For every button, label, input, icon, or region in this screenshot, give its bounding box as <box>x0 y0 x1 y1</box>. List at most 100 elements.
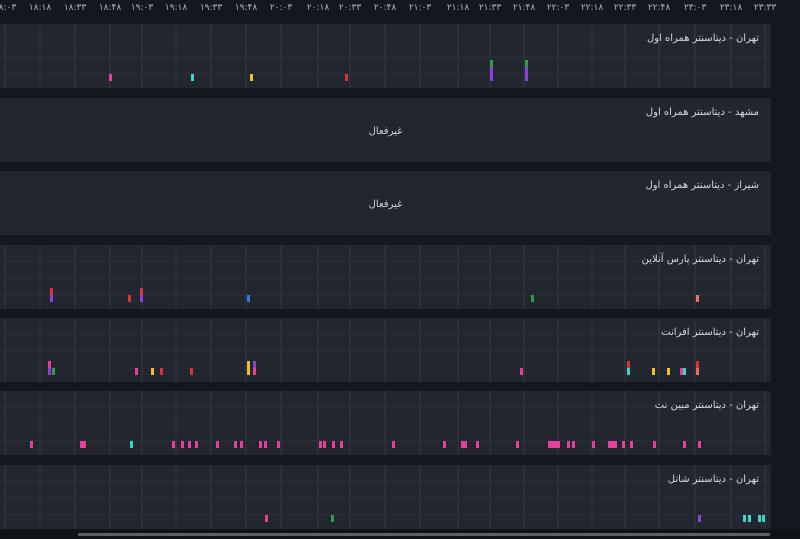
event-marker[interactable] <box>323 441 326 448</box>
event-marker[interactable] <box>240 441 243 448</box>
event-marker[interactable] <box>253 361 256 368</box>
event-marker[interactable] <box>234 441 237 448</box>
time-tick-label: ۲۳:۰۳ <box>683 3 707 13</box>
event-marker[interactable] <box>572 441 575 448</box>
event-marker[interactable] <box>172 441 175 448</box>
panel-title: تهران - دیتاسنتر پارس آنلاین <box>641 254 759 265</box>
event-marker[interactable] <box>758 515 761 522</box>
event-marker[interactable] <box>698 515 701 522</box>
event-marker[interactable] <box>191 74 194 81</box>
event-marker[interactable] <box>253 368 256 375</box>
time-tick-label: ۲۳:۱۸ <box>719 3 743 13</box>
event-marker[interactable] <box>743 515 746 522</box>
event-marker[interactable] <box>48 368 51 375</box>
event-marker[interactable] <box>247 295 250 302</box>
event-marker[interactable] <box>277 441 280 448</box>
event-marker[interactable] <box>476 441 479 448</box>
event-marker[interactable] <box>557 441 560 448</box>
time-tick-label: ۲۲:۱۸ <box>580 3 604 13</box>
event-marker[interactable] <box>567 441 570 448</box>
event-marker[interactable] <box>52 368 55 375</box>
event-marker[interactable] <box>516 441 519 448</box>
event-marker[interactable] <box>520 368 523 375</box>
event-marker[interactable] <box>331 515 334 522</box>
event-marker[interactable] <box>259 441 262 448</box>
event-marker[interactable] <box>683 368 686 375</box>
event-marker[interactable] <box>696 368 699 375</box>
event-marker[interactable] <box>135 368 138 375</box>
event-marker[interactable] <box>345 74 348 81</box>
horizontal-scrollbar[interactable] <box>0 530 800 539</box>
time-tick-label: ۲۰:۰۳ <box>269 3 293 13</box>
panel-grid <box>0 465 771 529</box>
event-marker[interactable] <box>190 368 193 375</box>
event-marker[interactable] <box>762 515 765 522</box>
event-marker[interactable] <box>48 361 51 368</box>
event-marker[interactable] <box>140 295 143 302</box>
datacenter-panel: تهران - دیتاسنتر شاتل <box>0 465 771 529</box>
scrollbar-thumb[interactable] <box>78 533 770 536</box>
event-marker[interactable] <box>332 441 335 448</box>
time-tick-label: ۲۰:۳۳ <box>338 3 362 13</box>
event-marker[interactable] <box>340 441 343 448</box>
event-marker[interactable] <box>140 288 143 295</box>
event-marker[interactable] <box>525 67 528 81</box>
event-marker[interactable] <box>160 368 163 375</box>
event-marker[interactable] <box>622 441 625 448</box>
event-marker[interactable] <box>627 361 630 368</box>
time-tick-label: ۱۹:۴۸ <box>234 3 258 13</box>
event-marker[interactable] <box>50 288 53 295</box>
event-marker[interactable] <box>30 441 33 448</box>
time-tick-label: ۲۰:۱۸ <box>306 3 330 13</box>
panel-title: مشهد - دیتاسنتر همراه اول <box>645 107 759 118</box>
event-marker[interactable] <box>667 368 670 375</box>
event-marker[interactable] <box>614 441 617 448</box>
event-marker[interactable] <box>592 441 595 448</box>
panel-grid <box>0 318 771 382</box>
event-marker[interactable] <box>250 74 253 81</box>
event-marker[interactable] <box>264 441 267 448</box>
event-marker[interactable] <box>247 361 250 375</box>
event-marker[interactable] <box>319 441 322 448</box>
event-marker[interactable] <box>630 441 633 448</box>
event-marker[interactable] <box>464 441 467 448</box>
event-marker[interactable] <box>653 441 656 448</box>
datacenter-panel: تهران - دیتاسنتر پارس آنلاین <box>0 245 771 309</box>
time-tick-label: ۱۸:۰۳ <box>0 3 17 13</box>
event-marker[interactable] <box>83 441 86 448</box>
time-tick-label: ۱۸:۳۳ <box>63 3 87 13</box>
event-marker[interactable] <box>181 441 184 448</box>
event-marker[interactable] <box>627 368 630 375</box>
time-tick-label: ۲۱:۳۳ <box>478 3 502 13</box>
time-tick-label: ۲۲:۳۳ <box>613 3 637 13</box>
datacenter-panel: تهران - دیتاسنتر همراه اول <box>0 24 771 88</box>
inactive-status: غیرفعال <box>368 199 403 210</box>
event-marker[interactable] <box>216 441 219 448</box>
event-marker[interactable] <box>188 441 191 448</box>
event-marker[interactable] <box>109 74 112 81</box>
event-marker[interactable] <box>696 295 699 302</box>
event-marker[interactable] <box>696 361 699 368</box>
event-marker[interactable] <box>392 441 395 448</box>
event-marker[interactable] <box>683 441 686 448</box>
datacenter-panel: تهران - دیتاسنتر مبین نت <box>0 391 771 455</box>
panel-title: تهران - دیتاسنتر افرانت <box>661 327 759 338</box>
event-marker[interactable] <box>130 441 133 448</box>
time-axis: ۱۸:۰۳ ۱۸:۱۸ ۱۸:۳۳ ۱۸:۴۸ ۱۹:۰۳ ۱۹:۱۸ ۱۹:۳۳ ۱۹:۴۸… <box>0 0 800 18</box>
event-marker[interactable] <box>443 441 446 448</box>
event-marker[interactable] <box>128 295 131 302</box>
time-tick-label: ۱۹:۰۳ <box>130 3 154 13</box>
event-marker[interactable] <box>748 515 751 522</box>
time-tick-label: ۱۹:۳۳ <box>199 3 223 13</box>
event-marker[interactable] <box>525 60 528 67</box>
event-marker[interactable] <box>652 368 655 375</box>
event-marker[interactable] <box>531 295 534 302</box>
event-marker[interactable] <box>490 67 493 81</box>
event-marker[interactable] <box>490 60 493 67</box>
event-marker[interactable] <box>698 441 701 448</box>
event-marker[interactable] <box>265 515 268 522</box>
datacenter-panel: شیراز - دیتاسنتر همراه اول غیرفعال <box>0 171 771 235</box>
event-marker[interactable] <box>195 441 198 448</box>
event-marker[interactable] <box>50 295 53 302</box>
event-marker[interactable] <box>151 368 154 375</box>
